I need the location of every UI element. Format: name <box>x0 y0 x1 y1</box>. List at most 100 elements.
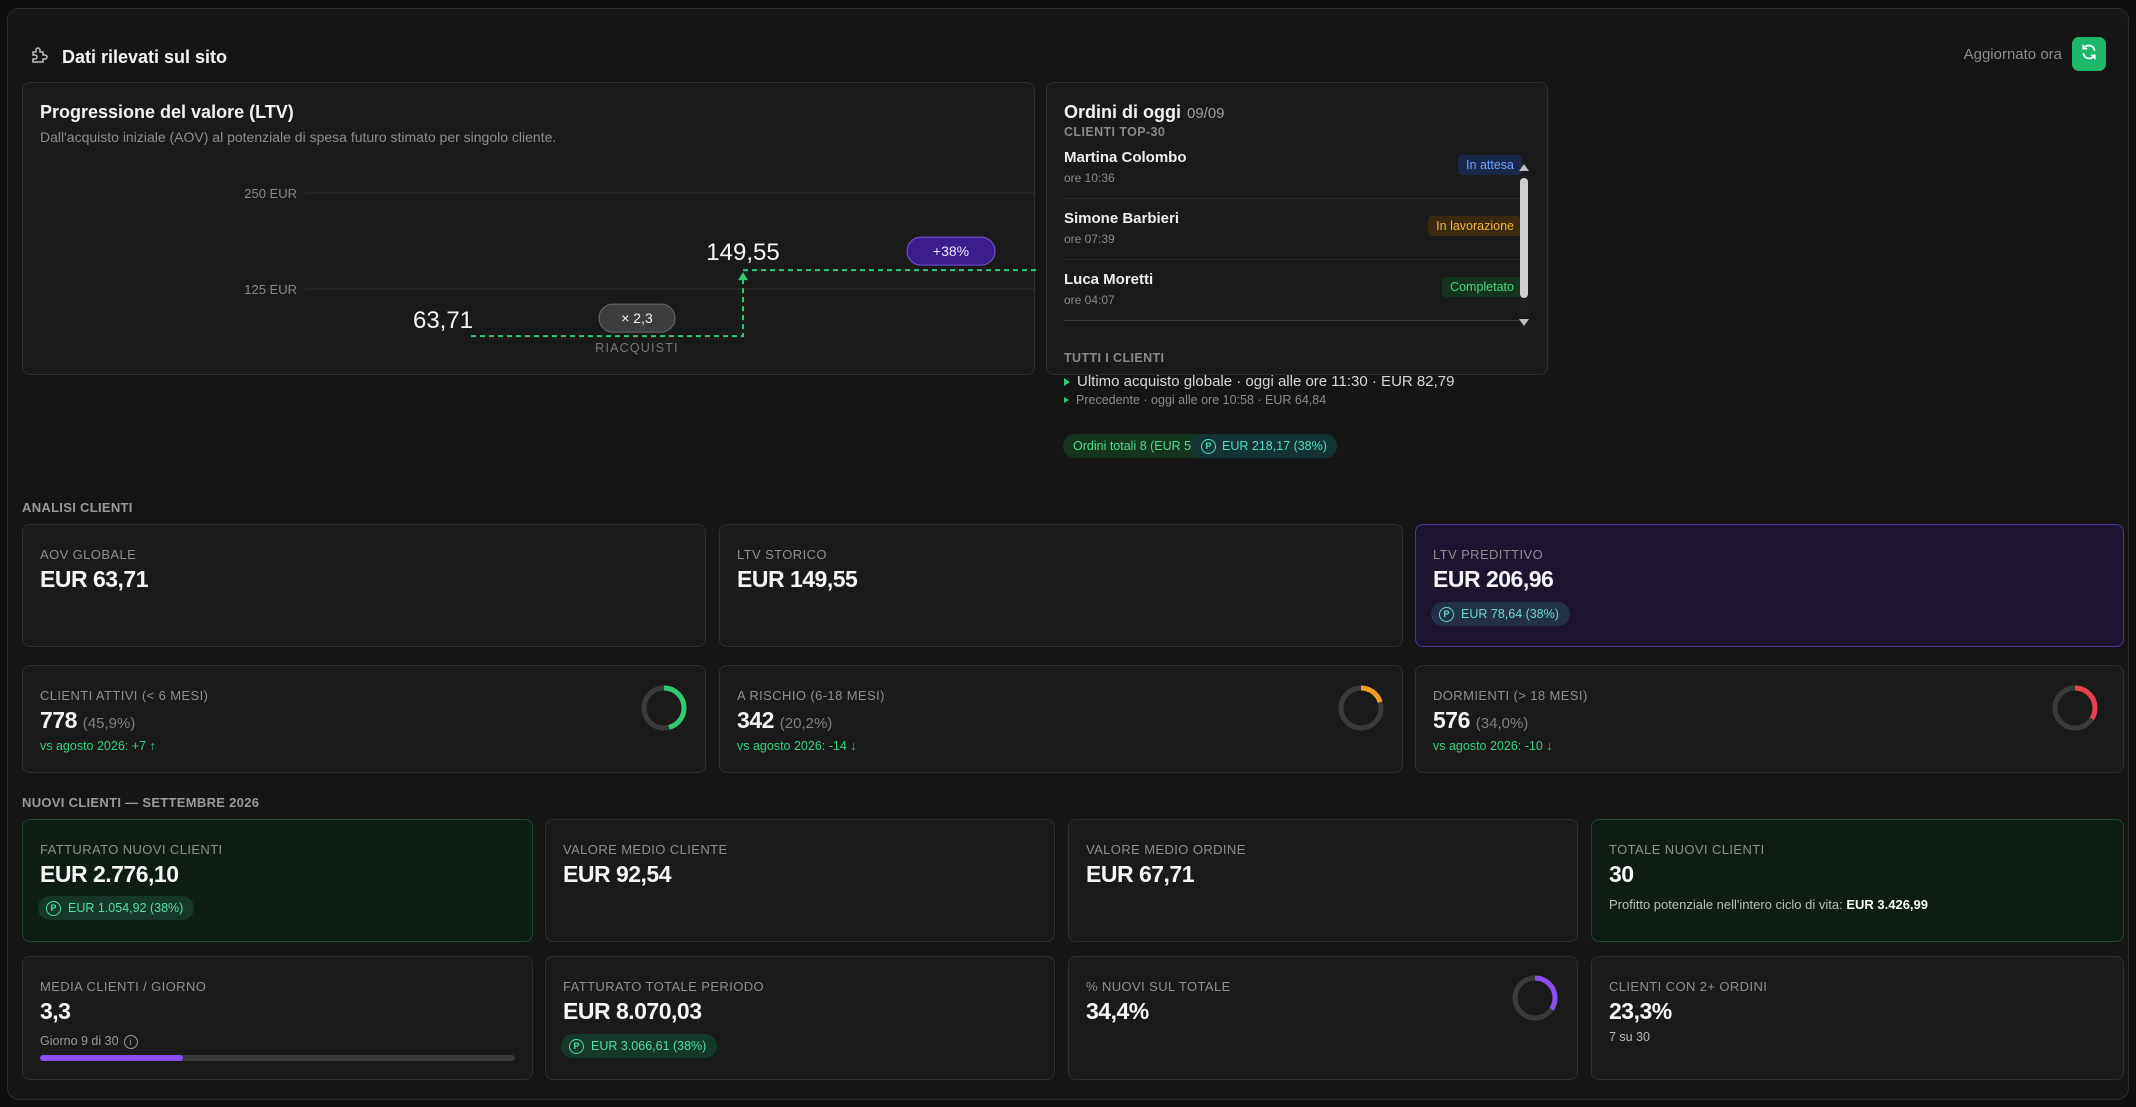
aov-value: EUR 63,71 <box>40 566 149 592</box>
total-new-clients-label: TOTALE NUOVI CLIENTI <box>1609 842 1765 857</box>
last-purchase-text: Ultimo acquisto globale · oggi alle ore … <box>1077 373 1455 390</box>
ltv-historic-value: EUR 149,55 <box>737 566 858 592</box>
avg-client-value-label: VALORE MEDIO CLIENTE <box>563 842 728 857</box>
new-revenue-card: FATTURATO NUOVI CLIENTI EUR 2.776,10 P E… <box>22 819 533 942</box>
dormant-trend: vs agosto 2026: -10 ↓ <box>1433 739 1553 753</box>
profit-icon: P <box>1439 606 1454 622</box>
orders-today-card: Ordini di oggi 09/09 CLIENTI TOP-30 Marti… <box>1046 82 1548 407</box>
new-share-value: 34,4% <box>1086 998 1149 1024</box>
updated-label: Aggiornato ora <box>1963 45 2062 63</box>
active-clients-count: 778 <box>40 707 77 733</box>
all-clients-label: TUTTI I CLIENTI <box>1064 351 1165 365</box>
last-purchase-line: Ultimo acquisto globale · oggi alle ore … <box>1064 373 1454 390</box>
active-clients-card: CLIENTI ATTIVI (< 6 MESI) 778 (45,9%) vs… <box>22 665 706 773</box>
top-bar: Dati rilevati sul sito Aggiornato ora <box>30 37 2106 77</box>
clients-per-day-label: MEDIA CLIENTI / GIORNO <box>40 979 207 994</box>
total-new-clients-value: 30 <box>1609 861 1634 887</box>
previous-purchase-text: Precedente · oggi alle ore 10:58 · EUR 6… <box>1076 393 1327 407</box>
y-tick-label: 125 EUR <box>244 282 297 297</box>
orders-title-text: Ordini di oggi <box>1064 102 1181 122</box>
profit-icon: P <box>46 900 61 916</box>
ltv-predictive-card: LTV PREDITTIVO EUR 206,96 P EUR 78,64 (3… <box>1415 524 2124 647</box>
value-label: 63,71 <box>413 307 473 334</box>
repeat-clients-note: 7 su 30 <box>1609 1030 1651 1044</box>
step-arrow <box>738 272 748 281</box>
at-risk-count: 342 <box>737 707 774 733</box>
day-progress-text: Giorno 9 di 30 i <box>40 1034 138 1049</box>
info-icon[interactable]: i <box>123 1034 138 1049</box>
multiplier-badge-text: × 2,3 <box>621 310 653 326</box>
analysis-section-label: ANALISI CLIENTI <box>22 500 133 515</box>
dormant-donut <box>2052 685 2098 731</box>
at-risk-trend: vs agosto 2026: -14 ↓ <box>737 739 857 753</box>
at-risk-label: A RISCHIO (6-18 MESI) <box>737 688 885 703</box>
dormant-pct: (34,0%) <box>1475 715 1529 732</box>
previous-purchase-line: Precedente · oggi alle ore 10:58 · EUR 6… <box>1064 393 1326 407</box>
ltv-predictive-label: LTV PREDITTIVO <box>1433 547 1544 562</box>
day-progress-bar <box>40 1055 515 1061</box>
growth-badge-text: +38% <box>933 243 969 259</box>
order-time: ore 07:39 <box>1064 232 1115 246</box>
ltv-predictive-pill-text: EUR 78,64 (38%) <box>1461 607 1559 621</box>
period-revenue-label: FATTURATO TOTALE PERIODO <box>563 979 765 994</box>
refresh-button[interactable] <box>2072 37 2106 71</box>
page-title: Dati rilevati sul sito <box>30 45 227 70</box>
active-clients-trend: vs agosto 2026: +7 ↑ <box>40 739 156 753</box>
ltv-chart: 250 EUR125 EUR0 EUR AOV GLOBALELTV STORI… <box>244 186 1036 355</box>
order-time: ore 04:07 <box>1064 293 1115 307</box>
update-status: Aggiornato ora <box>1964 37 2106 71</box>
order-row[interactable]: Martina Colombo ore 10:36 In attesa <box>1064 139 1526 199</box>
ltv-predictive-value: EUR 206,96 <box>1433 566 1554 592</box>
status-badge: In attesa <box>1458 155 1522 175</box>
order-client-name: Martina Colombo <box>1064 149 1187 166</box>
orders-scrollbar[interactable] <box>1518 164 1530 326</box>
ltv-historic-label: LTV STORICO <box>737 547 827 562</box>
new-share-card: % NUOVI SUL TOTALE 34,4% <box>1068 956 1578 1080</box>
at-risk-value: 342 (20,2%) <box>737 707 832 734</box>
top-clients-label: CLIENTI TOP-30 <box>1064 125 1166 139</box>
puzzle-icon <box>30 45 50 70</box>
play-icon <box>1064 377 1070 386</box>
step-caption: RIACQUISTI <box>595 341 679 355</box>
ltv-predictive-pill: P EUR 78,64 (38%) <box>1431 602 1570 626</box>
active-clients-pct: (45,9%) <box>82 715 136 732</box>
new-revenue-pill: P EUR 1.054,92 (38%) <box>38 896 195 920</box>
active-clients-value: 778 (45,9%) <box>40 707 135 734</box>
clients-per-day-value: 3,3 <box>40 998 71 1024</box>
order-row[interactable]: Simone Barbieri ore 07:39 In lavorazione <box>1064 200 1526 260</box>
at-risk-donut <box>1338 685 1384 731</box>
profit-pill: P EUR 218,17 (38%) <box>1191 434 1337 458</box>
orders-title: Ordini di oggi 09/09 <box>1064 102 1225 123</box>
order-client-name: Luca Moretti <box>1064 271 1154 288</box>
play-icon <box>1064 397 1069 403</box>
new-clients-section-label: NUOVI CLIENTI — SETTEMBRE 2026 <box>22 795 260 810</box>
period-revenue-pill: P EUR 3.066,61 (38%) <box>561 1034 718 1058</box>
period-revenue-value: EUR 8.070,03 <box>563 998 702 1024</box>
aov-label: AOV GLOBALE <box>40 547 137 562</box>
period-revenue-card: FATTURATO TOTALE PERIODO EUR 8.070,03 P … <box>545 956 1055 1080</box>
lifetime-profit-value: EUR 3.426,99 <box>1846 897 1929 912</box>
at-risk-pct: (20,2%) <box>779 715 833 732</box>
profit-pill-text: EUR 218,17 (38%) <box>1222 439 1327 453</box>
dashboard-shell: Dati rilevati sul sito Aggiornato ora Pr… <box>7 8 2129 1100</box>
period-revenue-pill-text: EUR 3.066,61 (38%) <box>591 1039 707 1053</box>
avg-order-value-card: VALORE MEDIO ORDINE EUR 67,71 <box>1068 819 1578 942</box>
status-badge: In lavorazione <box>1428 216 1522 236</box>
order-row[interactable]: Luca Moretti ore 04:07 Completato <box>1064 261 1526 321</box>
dormant-count: 576 <box>1433 707 1470 733</box>
order-client-name: Simone Barbieri <box>1064 210 1180 227</box>
scroll-down-icon[interactable] <box>1519 319 1529 326</box>
active-clients-label: CLIENTI ATTIVI (< 6 MESI) <box>40 688 209 703</box>
dormant-card: DORMIENTI (> 18 MESI) 576 (34,0%) vs ago… <box>1415 665 2124 773</box>
at-risk-card: A RISCHIO (6-18 MESI) 342 (20,2%) vs ago… <box>719 665 1403 773</box>
avg-client-value-card: VALORE MEDIO CLIENTE EUR 92,54 <box>545 819 1055 942</box>
repeat-clients-value: 23,3% <box>1609 998 1672 1024</box>
scroll-thumb[interactable] <box>1520 178 1528 298</box>
lifetime-profit-text: Profitto potenziale nell'intero ciclo di… <box>1609 897 1843 912</box>
page-title-text: Dati rilevati sul sito <box>62 47 228 67</box>
ltv-progression-card: Progressione del valore (LTV) Dall'acqui… <box>22 82 1036 375</box>
value-label: 149,55 <box>706 239 779 266</box>
avg-client-value: EUR 92,54 <box>563 861 672 887</box>
scroll-up-icon[interactable] <box>1519 164 1529 171</box>
status-badge: Completato <box>1442 277 1522 297</box>
